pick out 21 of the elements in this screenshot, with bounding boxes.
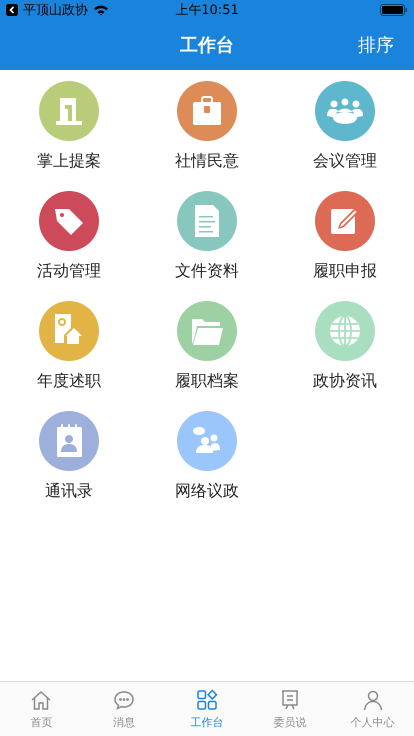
- back-app-label[interactable]: 平顶山政协: [23, 1, 88, 19]
- sort-button[interactable]: 排序: [356, 29, 396, 61]
- status-time: 上午10:51: [175, 2, 239, 19]
- workbench-item[interactable]: 通讯录: [0, 411, 138, 502]
- grid-icon: [194, 688, 219, 712]
- workbench-item[interactable]: 文件资料: [138, 191, 276, 282]
- workbench-item[interactable]: 网络议政: [138, 411, 276, 502]
- workbench-item[interactable]: 履职档案: [138, 301, 276, 392]
- home-icon: [29, 688, 54, 712]
- workbench-item[interactable]: 活动管理: [0, 191, 138, 282]
- workbench-item[interactable]: 履职申报: [276, 191, 414, 282]
- workbench-item[interactable]: 会议管理: [276, 81, 414, 172]
- workbench-item[interactable]: 年度述职: [0, 301, 138, 392]
- workbench-item[interactable]: 掌上提案: [0, 81, 138, 172]
- battery-icon: [380, 4, 408, 16]
- page-title: 工作台: [180, 34, 234, 57]
- tab-bar-item[interactable]: 工作台: [166, 682, 248, 736]
- workbench-item[interactable]: 政协资讯: [276, 301, 414, 392]
- wifi-icon: [93, 4, 109, 16]
- back-icon[interactable]: [6, 4, 18, 16]
- workbench-item[interactable]: 社情民意: [138, 81, 276, 172]
